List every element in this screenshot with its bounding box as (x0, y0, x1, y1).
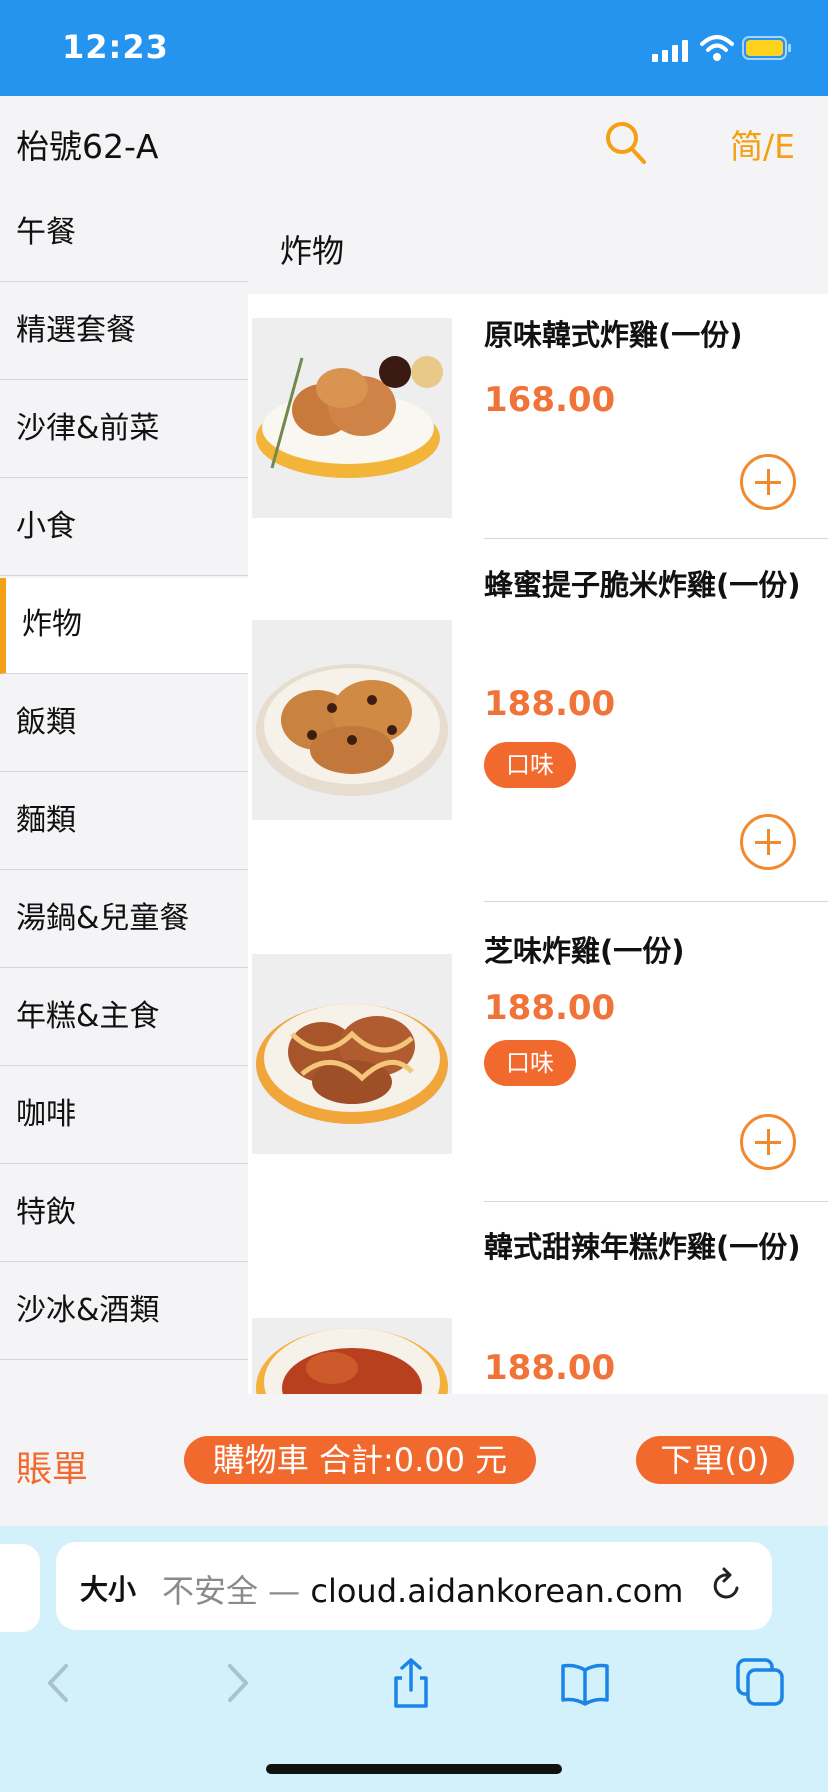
category-item[interactable]: 午餐 (0, 186, 248, 282)
category-sidebar[interactable]: 午餐 精選套餐 沙律&前菜 小食 炸物 飯類 麵類 湯鍋&兒童餐 年糕&主食 咖… (0, 186, 248, 1394)
category-item[interactable]: 小食 (0, 480, 248, 576)
category-label: 小食 (16, 509, 76, 544)
table-number: 枱號62-A (16, 127, 159, 166)
category-item[interactable] (0, 1362, 248, 1394)
wifi-icon (700, 35, 734, 61)
share-icon[interactable] (384, 1656, 438, 1710)
category-label: 咖啡 (16, 1097, 76, 1132)
divider (484, 538, 828, 539)
category-label: 沙律&前菜 (16, 411, 160, 446)
category-item[interactable]: 特飲 (0, 1166, 248, 1262)
product-price: 188.00 (484, 1348, 616, 1388)
flavor-option-button[interactable]: 口味 (484, 1040, 576, 1086)
search-icon[interactable] (604, 118, 648, 166)
category-label: 精選套餐 (16, 313, 136, 348)
category-label: 麵類 (16, 803, 76, 838)
address-domain: cloud.aidankorean.com (310, 1572, 684, 1610)
category-item[interactable]: 年糕&主食 (0, 970, 248, 1066)
product-image (252, 954, 452, 1154)
product-card: 芝味炸雞(一份) 188.00 口味 (248, 902, 828, 1202)
back-icon[interactable] (32, 1656, 86, 1710)
product-card: 韓式甜辣年糕炸雞(一份) 188.00 (248, 1202, 828, 1394)
tabs-icon[interactable] (734, 1656, 788, 1710)
status-bar: 12:23 (0, 0, 828, 96)
category-item[interactable]: 沙律&前菜 (0, 382, 248, 478)
product-price: 168.00 (484, 380, 616, 420)
category-label: 飯類 (16, 705, 76, 740)
category-item[interactable]: 沙冰&酒類 (0, 1264, 248, 1360)
add-to-cart-button[interactable] (740, 1114, 796, 1170)
section-header: 炸物 (248, 196, 828, 294)
category-label: 沙冰&酒類 (16, 1293, 160, 1328)
forward-icon[interactable] (210, 1656, 264, 1710)
bill-button[interactable]: 賬單 (16, 1440, 88, 1492)
product-image (252, 620, 452, 820)
battery-icon (742, 36, 791, 60)
product-name: 原味韓式炸雞(一份) (484, 318, 743, 352)
category-item-active[interactable]: 炸物 (0, 578, 248, 674)
browser-toolbar: 大小 不安全 — cloud.aidankorean.com (0, 1526, 828, 1792)
category-label: 年糕&主食 (16, 999, 160, 1034)
status-time: 12:23 (62, 28, 169, 66)
product-name: 蜂蜜提子脆米炸雞(一份) (484, 568, 801, 602)
section-title: 炸物 (280, 232, 345, 270)
add-to-cart-button[interactable] (740, 814, 796, 870)
previous-tab-preview[interactable] (0, 1544, 40, 1632)
place-order-button[interactable]: 下單(0) (636, 1436, 794, 1484)
category-label: 湯鍋&兒童餐 (16, 901, 190, 936)
language-toggle[interactable]: 简/E (730, 120, 795, 168)
category-item[interactable]: 咖啡 (0, 1068, 248, 1164)
category-label: 特飲 (16, 1195, 76, 1230)
order-bar: 賬單 購物車 合計:0.00 元 下單(0) (0, 1394, 828, 1527)
app-header: 枱號62-A 简/E (0, 96, 828, 197)
product-name: 韓式甜辣年糕炸雞(一份) (484, 1230, 801, 1264)
flavor-option-button[interactable]: 口味 (484, 742, 576, 788)
address-text[interactable]: 不安全 — cloud.aidankorean.com (162, 1566, 683, 1612)
product-name: 芝味炸雞(一份) (484, 934, 685, 968)
text-size-button[interactable]: 大小 (80, 1568, 136, 1608)
home-indicator (266, 1764, 562, 1774)
category-item[interactable]: 湯鍋&兒童餐 (0, 872, 248, 968)
add-to-cart-button[interactable] (740, 454, 796, 510)
category-item[interactable]: 麵類 (0, 774, 248, 870)
bookmarks-icon[interactable] (558, 1656, 612, 1710)
product-card: 蜂蜜提子脆米炸雞(一份) 188.00 口味 (248, 540, 828, 902)
product-card: 原味韓式炸雞(一份) 168.00 (248, 294, 828, 540)
category-item[interactable]: 飯類 (0, 676, 248, 772)
product-price: 188.00 (484, 684, 616, 724)
category-label: 炸物 (22, 607, 82, 642)
reload-icon[interactable] (710, 1566, 744, 1606)
security-warning: 不安全 — (162, 1572, 301, 1610)
product-image (252, 318, 452, 518)
product-price: 188.00 (484, 988, 616, 1028)
product-image (252, 1318, 452, 1394)
signal-icon (652, 40, 688, 62)
category-label: 午餐 (16, 215, 76, 250)
cart-total-button[interactable]: 購物車 合計:0.00 元 (184, 1436, 536, 1484)
category-item[interactable]: 精選套餐 (0, 284, 248, 380)
